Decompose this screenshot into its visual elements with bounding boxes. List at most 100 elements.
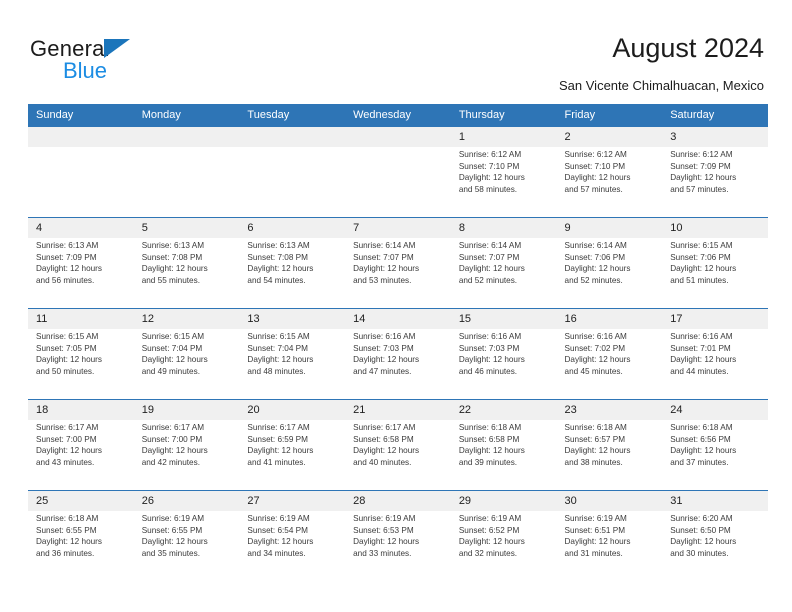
week-detail-row: Sunrise: 6:13 AM Sunset: 7:09 PM Daylight:… — [28, 238, 768, 309]
day-cell[interactable]: Sunrise: 6:19 AM Sunset: 6:55 PM Daylight:… — [133, 511, 240, 581]
day-number[interactable]: 28 — [345, 490, 451, 511]
daylight-text-line2: and 57 minutes. — [564, 184, 623, 194]
sunset-text: Sunset: 7:03 PM — [458, 343, 520, 353]
sunset-text: Sunset: 6:55 PM — [36, 525, 97, 535]
day-number[interactable]: 18 — [28, 399, 134, 420]
day-cell[interactable]: Sunrise: 6:13 AM Sunset: 7:08 PM Daylight:… — [239, 238, 346, 309]
triangle-icon — [104, 39, 130, 58]
day-cell[interactable]: Sunrise: 6:15 AM Sunset: 7:05 PM Daylight:… — [28, 329, 134, 400]
weekday-header-friday: Friday — [556, 104, 663, 127]
sunset-text: Sunset: 6:51 PM — [564, 525, 626, 535]
daylight-text-line2: and 31 minutes. — [564, 548, 623, 558]
day-cell[interactable]: Sunrise: 6:18 AM Sunset: 6:56 PM Daylight:… — [662, 420, 768, 491]
daylight-text-line2: and 55 minutes. — [141, 275, 200, 285]
day-cell[interactable]: Sunrise: 6:18 AM Sunset: 6:55 PM Daylight:… — [28, 511, 134, 581]
sunrise-text: Sunrise: 6:14 AM — [564, 241, 627, 250]
day-cell[interactable]: Sunrise: 6:12 AM Sunset: 7:10 PM Daylight:… — [450, 147, 557, 218]
day-number[interactable]: 21 — [345, 399, 451, 420]
daylight-text-line2: and 32 minutes. — [458, 548, 518, 558]
day-number[interactable]: 13 — [239, 308, 346, 329]
day-number[interactable]: 27 — [239, 490, 346, 511]
day-cell[interactable]: Sunrise: 6:16 AM Sunset: 7:03 PM Daylight:… — [345, 329, 451, 400]
day-cell[interactable]: Sunrise: 6:17 AM Sunset: 6:58 PM Daylight:… — [345, 420, 451, 491]
day-number[interactable]: 11 — [28, 308, 134, 329]
sunset-text: Sunset: 6:56 PM — [670, 434, 731, 444]
day-cell[interactable]: Sunrise: 6:15 AM Sunset: 7:04 PM Daylight:… — [239, 329, 346, 400]
day-cell[interactable]: Sunrise: 6:14 AM Sunset: 7:07 PM Daylight:… — [345, 238, 451, 309]
daylight-text-line2: and 53 minutes. — [353, 275, 412, 285]
day-number[interactable]: 17 — [662, 308, 768, 329]
day-cell[interactable]: Sunrise: 6:13 AM Sunset: 7:09 PM Daylight:… — [28, 238, 134, 309]
day-number[interactable]: 9 — [556, 217, 663, 238]
day-cell[interactable]: Sunrise: 6:13 AM Sunset: 7:08 PM Daylight:… — [133, 238, 240, 309]
sunset-text: Sunset: 7:08 PM — [247, 252, 308, 262]
daylight-text-line2: and 46 minutes. — [458, 366, 518, 376]
day-cell[interactable]: Sunrise: 6:15 AM Sunset: 7:04 PM Daylight:… — [133, 329, 240, 400]
sunset-text: Sunset: 6:55 PM — [141, 525, 203, 535]
day-number[interactable]: 15 — [450, 308, 557, 329]
day-number[interactable]: 16 — [556, 308, 663, 329]
day-number[interactable]: 10 — [662, 217, 768, 238]
day-number[interactable]: 19 — [133, 399, 240, 420]
day-number[interactable]: 26 — [133, 490, 240, 511]
daylight-text-line1: Daylight: 12 hours — [247, 355, 314, 365]
day-number[interactable]: 30 — [556, 490, 663, 511]
general-blue-logo: General Blue — [30, 36, 230, 84]
day-cell[interactable]: Sunrise: 6:19 AM Sunset: 6:51 PM Daylight:… — [556, 511, 663, 581]
day-number[interactable]: 6 — [239, 217, 346, 238]
daylight-text-line1: Daylight: 12 hours — [141, 446, 208, 456]
sunrise-text: Sunrise: 6:19 AM — [458, 514, 522, 523]
day-cell[interactable]: Sunrise: 6:12 AM Sunset: 7:09 PM Daylight:… — [662, 147, 768, 218]
day-cell[interactable]: Sunrise: 6:18 AM Sunset: 6:58 PM Daylight:… — [450, 420, 557, 491]
sunrise-text: Sunrise: 6:12 AM — [564, 150, 627, 159]
sunset-text: Sunset: 7:07 PM — [458, 252, 520, 262]
sunrise-text: Sunrise: 6:19 AM — [141, 514, 205, 523]
sunrise-text: Sunrise: 6:12 AM — [458, 150, 522, 159]
day-number[interactable]: 25 — [28, 490, 134, 511]
calendar-page: General Blue August 2024 San Vicente Chi… — [0, 0, 792, 612]
day-cell[interactable]: Sunrise: 6:14 AM Sunset: 7:07 PM Daylight:… — [450, 238, 557, 309]
day-cell-empty — [345, 147, 451, 218]
day-cell[interactable]: Sunrise: 6:16 AM Sunset: 7:03 PM Daylight:… — [450, 329, 557, 400]
day-cell[interactable]: Sunrise: 6:19 AM Sunset: 6:52 PM Daylight:… — [450, 511, 557, 581]
day-cell[interactable]: Sunrise: 6:16 AM Sunset: 7:01 PM Daylight:… — [662, 329, 768, 400]
daylight-text-line2: and 40 minutes. — [353, 457, 412, 467]
day-number[interactable]: 29 — [450, 490, 557, 511]
day-number[interactable]: 7 — [345, 217, 451, 238]
day-cell[interactable]: Sunrise: 6:12 AM Sunset: 7:10 PM Daylight:… — [556, 147, 663, 218]
day-cell[interactable]: Sunrise: 6:17 AM Sunset: 7:00 PM Daylight:… — [28, 420, 134, 491]
day-number[interactable]: 4 — [28, 217, 134, 238]
day-cell[interactable]: Sunrise: 6:14 AM Sunset: 7:06 PM Daylight:… — [556, 238, 663, 309]
day-number[interactable]: 23 — [556, 399, 663, 420]
day-number[interactable]: 12 — [133, 308, 240, 329]
daylight-text-line2: and 52 minutes. — [564, 275, 623, 285]
calendar-header-row: Sunday Monday Tuesday Wednesday Thursday… — [28, 104, 768, 127]
day-cell[interactable]: Sunrise: 6:16 AM Sunset: 7:02 PM Daylight:… — [556, 329, 663, 400]
day-cell[interactable]: Sunrise: 6:20 AM Sunset: 6:50 PM Daylight:… — [662, 511, 768, 581]
day-number[interactable]: 8 — [450, 217, 557, 238]
day-cell[interactable]: Sunrise: 6:17 AM Sunset: 6:59 PM Daylight:… — [239, 420, 346, 491]
day-number[interactable]: 24 — [662, 399, 768, 420]
sunrise-text: Sunrise: 6:12 AM — [670, 150, 733, 159]
daylight-text-line2: and 48 minutes. — [247, 366, 306, 376]
day-number[interactable]: 31 — [662, 490, 768, 511]
day-cell[interactable]: Sunrise: 6:19 AM Sunset: 6:54 PM Daylight:… — [239, 511, 346, 581]
sunrise-text: Sunrise: 6:17 AM — [141, 423, 205, 432]
day-cell[interactable]: Sunrise: 6:19 AM Sunset: 6:53 PM Daylight:… — [345, 511, 451, 581]
sunrise-text: Sunrise: 6:14 AM — [353, 241, 416, 250]
day-cell[interactable]: Sunrise: 6:18 AM Sunset: 6:57 PM Daylight:… — [556, 420, 663, 491]
weekday-header-sunday: Sunday — [28, 104, 134, 127]
sunset-text: Sunset: 7:05 PM — [36, 343, 97, 353]
day-cell[interactable]: Sunrise: 6:17 AM Sunset: 7:00 PM Daylight:… — [133, 420, 240, 491]
day-number[interactable]: 22 — [450, 399, 557, 420]
day-number[interactable]: 3 — [662, 127, 768, 147]
day-number[interactable]: 1 — [450, 127, 557, 147]
day-cell-empty — [239, 147, 346, 218]
sunset-text: Sunset: 7:02 PM — [564, 343, 626, 353]
daylight-text-line2: and 52 minutes. — [458, 275, 518, 285]
day-number[interactable]: 20 — [239, 399, 346, 420]
day-number[interactable]: 2 — [556, 127, 663, 147]
day-number[interactable]: 5 — [133, 217, 240, 238]
day-number[interactable]: 14 — [345, 308, 451, 329]
day-cell[interactable]: Sunrise: 6:15 AM Sunset: 7:06 PM Daylight:… — [662, 238, 768, 309]
